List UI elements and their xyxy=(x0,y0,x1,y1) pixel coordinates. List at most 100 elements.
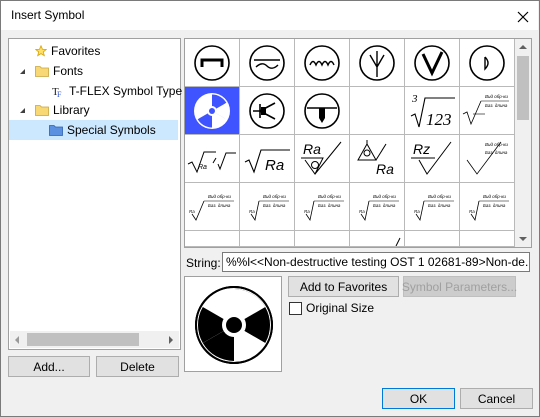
symbol-cell[interactable]: Вид обр-ки Баз. длина Ra xyxy=(240,183,295,231)
tiny-text: Вид обр-ки xyxy=(263,194,286,199)
tree-item-favorites[interactable]: Favorites xyxy=(35,42,100,60)
tree-item-special-symbols[interactable]: Special Symbols xyxy=(49,121,156,139)
tiny-text: Баз. длина xyxy=(318,203,341,208)
symbol-cell[interactable]: Ra xyxy=(295,135,350,183)
circle-waves-symbol xyxy=(304,44,340,81)
ra-triangle-circle-symbol: Ra xyxy=(357,139,394,177)
symbol-cell[interactable] xyxy=(295,231,350,247)
ok-button[interactable]: OK xyxy=(382,388,455,409)
circle-bar-symbol xyxy=(194,44,230,81)
string-input[interactable]: %%l<<Non-destructive testing OST 1 02681… xyxy=(222,252,530,272)
symbol-cell-empty[interactable] xyxy=(350,87,405,135)
tree-item-library[interactable]: Library xyxy=(35,101,90,119)
symbol-cell[interactable]: Вид обр-ки Баз. длина Ra xyxy=(295,183,350,231)
ra-label: Ra xyxy=(198,164,207,171)
cube-root-index: 3 xyxy=(411,93,418,105)
scroll-up-icon[interactable] xyxy=(519,44,527,50)
symbol-category-tree[interactable]: Favorites Fonts T F T-FLEX Symbol Type A… xyxy=(8,38,193,350)
grid-vertical-scrollbar[interactable] xyxy=(515,39,531,247)
symbol-cell[interactable]: Вид обр-ки Баз. длина Ra xyxy=(405,183,460,231)
symbol-cell[interactable]: 3 123 xyxy=(405,87,460,135)
blue-folder-icon xyxy=(49,125,63,136)
scroll-right-icon[interactable] xyxy=(168,336,174,344)
close-button[interactable] xyxy=(507,2,539,31)
root-ra-sketch-symbol: Ra xyxy=(187,151,236,173)
tree-item-label: Favorites xyxy=(51,44,101,58)
tree-item-tflex-font[interactable]: T F T-FLEX Symbol Type A xyxy=(51,82,193,100)
symbol-cell[interactable]: Вид обр-ки Баз. длина xyxy=(460,135,515,183)
star-icon xyxy=(35,45,47,57)
scroll-down-icon[interactable] xyxy=(519,236,527,242)
scrollbar-thumb[interactable] xyxy=(27,333,139,346)
tiny-text: Вид обр-ки xyxy=(485,94,508,99)
root-ra-symbol: Ra xyxy=(244,148,290,174)
roughness-annotation-symbol: Вид обр-ки Баз. длина xyxy=(462,94,509,125)
symbol-cell[interactable] xyxy=(460,231,515,247)
symbol-cell[interactable]: Вид обр-ки Баз. длина xyxy=(460,87,515,135)
delete-button[interactable]: Delete xyxy=(96,356,179,377)
radiation-preview-symbol xyxy=(195,286,273,364)
tiny-text: Вид обр-ки xyxy=(483,194,506,199)
tiny-text: Баз. длина xyxy=(483,203,506,208)
symbol-cell[interactable] xyxy=(240,87,295,135)
circle-t-join-symbol xyxy=(304,92,340,129)
expanded-triangle-icon xyxy=(19,107,25,113)
symbol-cell[interactable] xyxy=(295,39,350,87)
scroll-left-icon[interactable] xyxy=(14,336,20,344)
symbol-cell[interactable] xyxy=(350,39,405,87)
symbol-cell[interactable]: Ra xyxy=(185,135,240,183)
symbol-cell[interactable] xyxy=(185,231,240,247)
symbol-cell[interactable] xyxy=(460,39,515,87)
original-size-checkbox[interactable] xyxy=(289,302,302,315)
tiny-text: Вид обр-ки xyxy=(485,142,508,147)
symbol-cell[interactable] xyxy=(405,39,460,87)
symbol-cell[interactable] xyxy=(405,231,460,247)
symbol-cell[interactable] xyxy=(185,39,240,87)
svg-text:F: F xyxy=(57,90,62,98)
roughness-small-symbol: Вид обр-ки Баз. длина Ra xyxy=(359,194,399,221)
tiny-text: Ra xyxy=(249,209,255,214)
scrollbar-thumb[interactable] xyxy=(517,56,529,120)
add-to-favorites-button[interactable]: Add to Favorites xyxy=(288,276,399,297)
add-button[interactable]: Add... xyxy=(8,356,90,377)
roughness-small-symbol: Вид обр-ки Баз. длина Ra xyxy=(249,194,289,221)
symbol-preview xyxy=(184,276,282,372)
ra-check-circle-symbol: Ra xyxy=(301,141,342,175)
collapse-toggle[interactable] xyxy=(17,62,27,80)
tiny-text: Баз. длина xyxy=(428,203,451,208)
roughness-small-symbol: Вид обр-ки Баз. длина Ra xyxy=(304,194,344,221)
symbol-cell[interactable]: Ra xyxy=(350,135,405,183)
symbol-cell[interactable] xyxy=(350,231,405,247)
circle-v-symbol xyxy=(414,44,450,81)
tiny-text: Баз. длина xyxy=(485,103,508,108)
symbol-cell[interactable]: Rz xyxy=(405,135,460,183)
cancel-button[interactable]: Cancel xyxy=(460,388,533,409)
symbol-cell[interactable]: Вид обр-ки Баз. длина Ra xyxy=(460,183,515,231)
collapse-toggle[interactable] xyxy=(17,101,27,119)
tree-horizontal-scrollbar[interactable] xyxy=(10,331,179,348)
partial-symbol xyxy=(395,237,401,246)
circle-tilde-symbol xyxy=(249,44,285,81)
expanded-triangle-icon xyxy=(19,68,25,74)
symbol-cell[interactable] xyxy=(295,87,350,135)
symbol-cell[interactable]: Вид обр-ки Баз. длина Ra xyxy=(185,183,240,231)
symbol-cell[interactable] xyxy=(240,39,295,87)
tree-item-label: T-FLEX Symbol Type A xyxy=(69,84,193,98)
tiny-text: Ra xyxy=(414,209,420,214)
string-label: String: xyxy=(186,256,221,270)
ra-label: Ra xyxy=(303,141,321,157)
symbol-grid[interactable]: 3 123 Вид обр-ки Баз. длина Ra Ra Ra Ra … xyxy=(184,38,532,248)
tree-item-fonts[interactable]: Fonts xyxy=(35,62,83,80)
title-bar: Insert Symbol xyxy=(1,1,538,30)
folder-icon xyxy=(35,66,49,77)
symbol-cell[interactable]: Вид обр-ки Баз. длина Ra xyxy=(350,183,405,231)
symbol-cell[interactable]: Ra xyxy=(240,135,295,183)
cube-root-value: 123 xyxy=(426,110,452,129)
tiny-text: Ra xyxy=(189,209,195,214)
symbol-cell[interactable] xyxy=(240,231,295,247)
font-icon: T F xyxy=(52,86,62,98)
ra-label: Ra xyxy=(376,161,394,177)
symbol-parameters-button[interactable]: Symbol Parameters... xyxy=(402,276,517,297)
rz-check-symbol: Rz xyxy=(411,141,452,175)
symbol-cell-selected[interactable] xyxy=(185,87,240,135)
